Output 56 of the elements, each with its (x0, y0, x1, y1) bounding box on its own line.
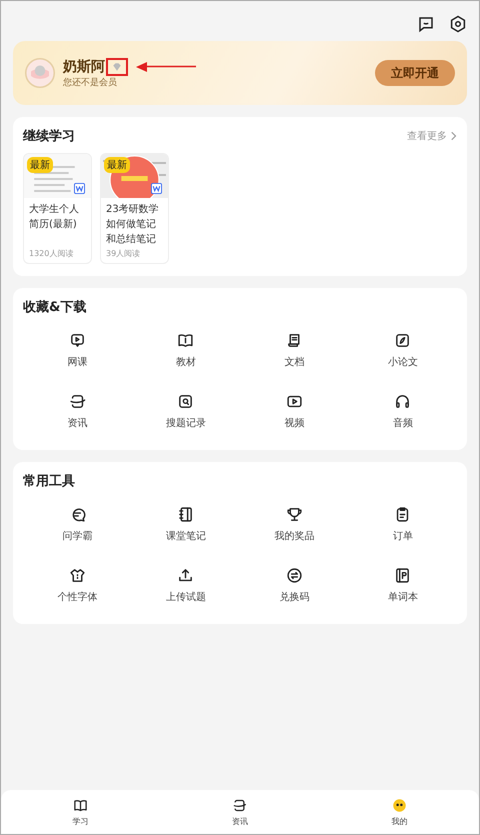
annotation-arrow (136, 60, 196, 72)
shortcut-link[interactable]: 音频 (392, 416, 413, 430)
shortcut-link[interactable]: 网课 (67, 355, 88, 369)
pen-icon[interactable] (394, 332, 412, 349)
news-icon[interactable] (232, 798, 248, 812)
tab[interactable]: 我的 (391, 816, 408, 826)
document-card[interactable]: 最新 大学生个人简历(最新) 1320人阅读 (23, 153, 92, 264)
shortcut-link[interactable]: 小论文 (388, 355, 418, 369)
word-file-icon (74, 183, 85, 194)
shortcut-link[interactable]: 搜题记录 (166, 416, 206, 430)
shortcut-link[interactable]: 我的奖品 (274, 529, 314, 543)
word-file-icon (151, 183, 162, 194)
book-icon[interactable] (73, 798, 88, 812)
play-bubble-icon[interactable] (68, 332, 86, 349)
shortcut-link[interactable]: 视频 (284, 416, 304, 430)
document-title: 大学生个人简历(最新) (28, 202, 80, 232)
member-status: 您还不是会员 (63, 76, 118, 88)
book-icon[interactable] (177, 332, 194, 349)
read-count: 1320人阅读 (28, 248, 74, 260)
new-badge: 最新 (27, 157, 53, 173)
shortcut-link[interactable]: 兑换码 (279, 590, 310, 604)
vocabulary-book-icon[interactable] (394, 567, 412, 584)
shortcut-link[interactable]: 订单 (392, 529, 413, 543)
shortcut-link[interactable]: 个性字体 (57, 590, 98, 604)
message-icon[interactable] (417, 15, 435, 33)
shortcut-link[interactable]: 问学霸 (62, 529, 92, 543)
document-title: 23考研数学如何做笔记和总结笔记 (105, 202, 160, 247)
new-badge: 最新 (104, 157, 130, 173)
shortcut-link[interactable]: 课堂笔记 (166, 529, 206, 543)
upload-icon[interactable] (177, 567, 194, 584)
read-count: 39人阅读 (105, 248, 142, 260)
section-title: 常用工具 (23, 473, 76, 490)
notebook-icon[interactable] (177, 506, 194, 523)
shortcut-link[interactable]: 单词本 (388, 590, 418, 604)
tab[interactable]: 资讯 (232, 816, 248, 826)
news-icon[interactable] (68, 393, 86, 410)
tab[interactable]: 学习 (72, 816, 89, 826)
shortcut-link[interactable]: 资讯 (67, 416, 88, 430)
chevron-right-icon[interactable] (451, 131, 457, 141)
shirt-icon[interactable] (68, 567, 86, 584)
trophy-icon[interactable] (286, 506, 303, 523)
join-button[interactable]: 立即开通 (375, 60, 455, 86)
exchange-icon[interactable] (286, 567, 303, 584)
search-icon[interactable] (177, 393, 194, 410)
document-card[interactable]: 最新 23考研数学如何做笔记和总结笔记 39人阅读 (100, 153, 169, 264)
play-icon[interactable] (286, 393, 303, 410)
headphones-icon[interactable] (394, 393, 412, 410)
settings-icon[interactable] (449, 15, 467, 33)
shortcut-link[interactable]: 上传试题 (166, 590, 206, 604)
shortcut-link[interactable]: 教材 (176, 355, 196, 369)
smiley-icon[interactable] (392, 798, 407, 812)
diamond-icon (111, 60, 123, 72)
section-title: 继续学习 (23, 128, 75, 145)
user-name: 奶斯阿 (63, 58, 105, 76)
section-title: 收藏&下载 (23, 299, 88, 316)
shortcut-link[interactable]: 文档 (284, 355, 304, 369)
